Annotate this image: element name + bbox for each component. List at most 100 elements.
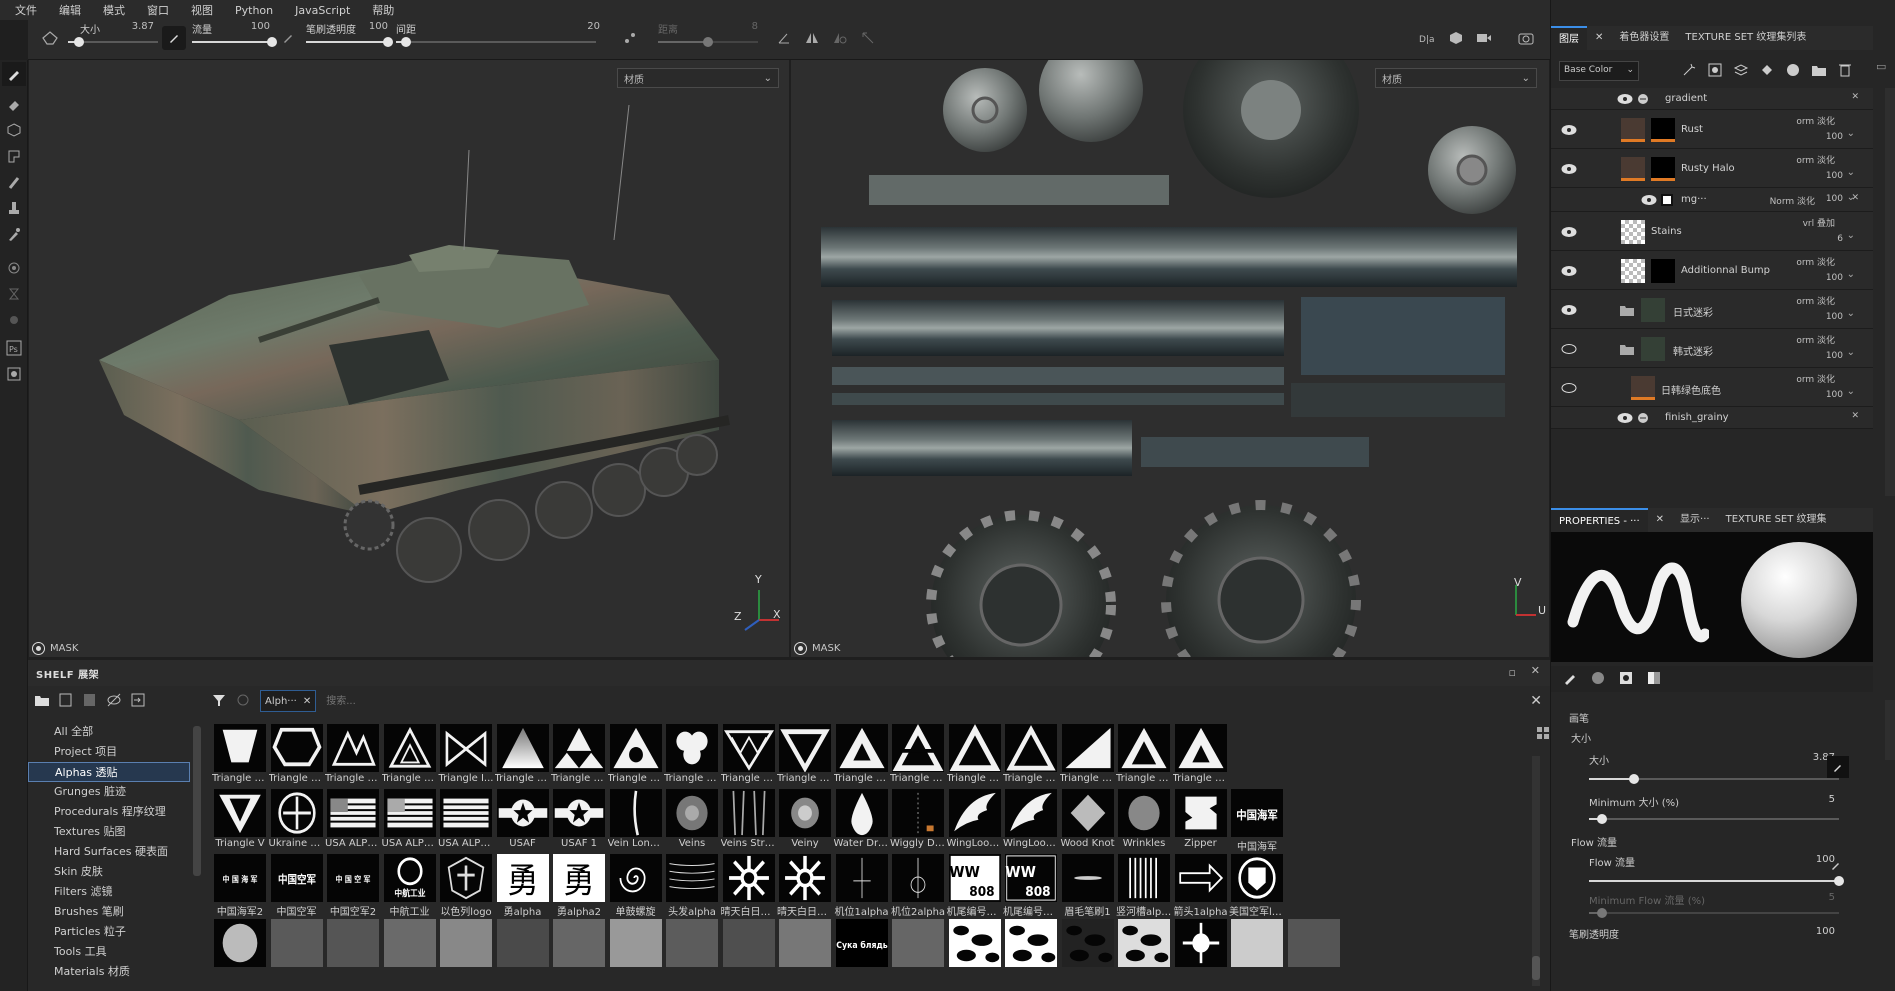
add-fill-layer-icon[interactable] [1759,62,1775,81]
alpha-tile[interactable] [1116,919,1172,991]
scatter-icon[interactable] [618,26,642,50]
layer-blend-mode[interactable]: vrl 叠加 [1803,216,1835,229]
flow-slider[interactable] [192,37,277,47]
projection-icon[interactable] [2,118,26,142]
undock-icon[interactable]: ▫ [1509,666,1516,679]
add-folder-icon[interactable] [1811,62,1827,81]
alpha-tile[interactable] [664,919,720,991]
layer-opacity[interactable]: 100 [1826,351,1843,361]
symmetry-plane-icon[interactable] [828,26,852,50]
layer-blend-mode[interactable]: orm 淡化 [1796,294,1835,307]
close-icon[interactable]: ✕ [1851,193,1859,203]
eraser-icon[interactable] [2,92,26,116]
layer-blend-mode[interactable]: orm 淡化 [1796,372,1835,385]
layer-opacity[interactable]: 100 [1826,171,1843,181]
bake-icon[interactable] [2,256,26,280]
eye-icon[interactable] [1617,93,1633,105]
shelf-category[interactable]: Materials 材质 [28,962,190,982]
grid-view-icon[interactable] [1536,726,1550,743]
photoshop-icon[interactable]: Ps [2,336,26,360]
close-icon[interactable]: ✕ [303,696,311,707]
camera-video-icon[interactable] [1472,26,1496,50]
clone-stamp-icon[interactable] [2,196,26,220]
mask-toggle-2d[interactable]: MASK [794,642,840,655]
layer-row[interactable]: Rusty Halo orm 淡化 100 ⌄ [1551,149,1873,188]
shelf-category[interactable]: Skin 皮肤 [28,862,190,882]
layer-row[interactable]: Stains vrl 叠加 6 ⌄ [1551,212,1873,251]
panel-tab[interactable]: 着色器设置 [1611,26,1677,50]
close-icon[interactable]: ✕ [1851,92,1859,102]
alpha-tile[interactable] [947,919,1003,991]
layer-row[interactable]: gradient ✕ [1551,88,1873,110]
menu-item[interactable]: 窗口 [136,2,180,18]
panel-tab[interactable]: 图层 [1551,26,1587,50]
smudge-icon[interactable] [2,170,26,194]
chevron-down-icon[interactable]: ⌄ [1847,269,1855,280]
2d-3d-view-icon[interactable]: D|a [1416,26,1440,50]
channel-select[interactable]: Base Color ⌄ [1559,61,1639,81]
chevron-down-icon[interactable]: ⌄ [1847,230,1855,241]
shelf-category[interactable]: Hard Surfaces 硬表面 [28,842,190,862]
screenshot-camera-icon[interactable] [1514,26,1538,50]
layer-blend-mode[interactable]: Norm 淡化 [1770,194,1815,207]
geometry-mask-icon[interactable] [2,144,26,168]
filter-icon[interactable] [212,693,226,710]
save-icon[interactable] [82,693,98,710]
shelf-category[interactable]: Textures 贴图 [28,822,190,842]
layer-opacity[interactable]: 6 [1837,234,1843,244]
new-item-icon[interactable] [58,693,74,710]
layer-opacity[interactable]: 100 [1826,194,1843,204]
clear-search-icon[interactable]: ✕ [1530,693,1542,709]
menu-item[interactable]: 模式 [92,2,136,18]
layer-opacity[interactable]: 100 [1826,312,1843,322]
alpha-tile[interactable] [382,919,438,991]
side-dock-icon[interactable]: ▭ [1876,60,1895,90]
symmetry-icon[interactable] [800,26,824,50]
cube-view-icon[interactable] [1444,26,1468,50]
eye-icon[interactable] [1561,265,1577,277]
layer-row[interactable]: Additionnal Bump orm 淡化 100 ⌄ [1551,251,1873,290]
panel-tab[interactable]: TEXTURE SET 纹理集列表 [1677,26,1814,50]
alpha-tile[interactable] [438,919,494,991]
transform-icon[interactable] [856,26,880,50]
history-icon[interactable] [2,282,26,306]
alpha-tile[interactable] [1060,919,1116,991]
shelf-category[interactable]: Project 项目 [28,742,190,762]
alpha-tile[interactable] [495,919,551,991]
3d-viewport[interactable]: 材质 ⌄ Y X Z MASK [29,60,789,657]
alpha-tab-icon[interactable] [1591,671,1605,688]
add-mask-icon[interactable] [1707,62,1723,81]
shelf-category[interactable]: Brushes 笔刷 [28,902,190,922]
alpha-tile[interactable] [777,919,833,991]
layer-row[interactable]: finish_grainy ✕ [1551,407,1873,429]
chevron-down-icon[interactable]: ⌄ [1847,308,1855,319]
eye-hidden-icon[interactable] [1561,382,1577,394]
prop-size-slider[interactable] [1589,774,1839,784]
close-icon[interactable]: ✕ [1531,664,1540,677]
layer-row[interactable]: mg··· Norm 淡化 100 ⌄ ✕ [1551,188,1873,212]
layer-scrollbar[interactable] [1885,88,1895,496]
alpha-tile[interactable] [890,919,946,991]
layer-opacity[interactable]: 100 [1826,390,1843,400]
mask-toggle-3d[interactable]: MASK [32,642,78,655]
brush-tab-icon[interactable] [1563,671,1577,688]
eye-icon[interactable] [1561,226,1577,238]
flow-pressure-icon[interactable] [1831,860,1841,873]
lazy-mouse-icon[interactable] [38,26,62,50]
stencil-tab-icon[interactable] [1619,671,1633,688]
layer-row[interactable]: 日韩绿色底色 orm 淡化 100 ⌄ [1551,368,1873,407]
alpha-tile[interactable] [608,919,664,991]
shelf-category[interactable]: Alphas 透贴 [28,762,190,782]
flow-pressure-icon[interactable] [276,26,300,50]
menu-item[interactable]: 编辑 [48,2,92,18]
refresh-icon[interactable] [236,693,250,710]
category-scrollbar[interactable] [193,726,201,876]
color-picker-icon[interactable] [2,222,26,246]
chevron-down-icon[interactable]: ⌄ [1847,128,1855,139]
alpha-tile[interactable] [721,919,777,991]
alpha-tile[interactable] [1003,919,1059,991]
shelf-category[interactable]: Particles 粒子 [28,922,190,942]
menu-item[interactable]: JavaScript [284,4,361,17]
grid-scrollbar[interactable] [1532,756,1540,986]
chevron-down-icon[interactable]: ⌄ [1847,167,1855,178]
